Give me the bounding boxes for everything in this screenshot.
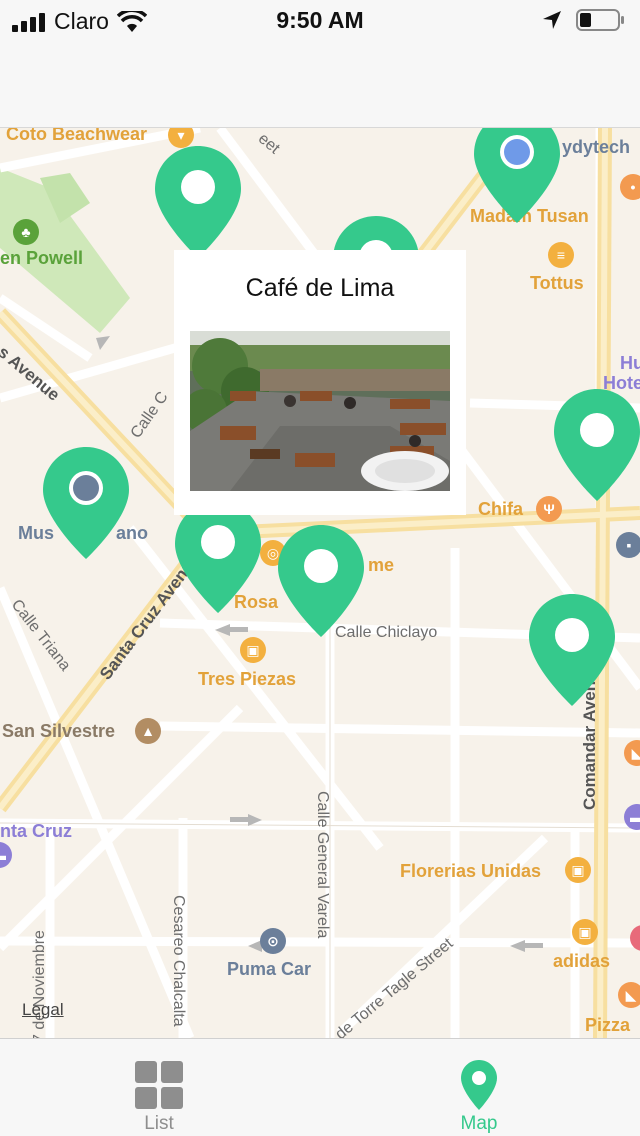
map-pin-marker[interactable]: [276, 522, 366, 640]
legal-link[interactable]: Legal: [22, 1000, 64, 1020]
poi-label[interactable]: en Powell: [0, 248, 83, 269]
poi-label[interactable]: Florerias Unidas: [400, 861, 541, 882]
poi-label[interactable]: nta Cruz: [0, 821, 72, 842]
poi-label[interactable]: Tres Piezas: [198, 669, 296, 690]
pizza-icon[interactable]: ◣: [618, 982, 640, 1008]
map-pin-marker[interactable]: [41, 444, 131, 562]
tab-list[interactable]: List: [79, 1039, 239, 1136]
poi-label[interactable]: Puma Car: [227, 959, 311, 980]
poi-label[interactable]: Coto Beachwear: [6, 128, 147, 145]
map-pin-marker[interactable]: [472, 128, 562, 226]
map-pin-marker[interactable]: [173, 498, 263, 616]
map-pin-icon: [461, 1060, 497, 1110]
map-pin-marker[interactable]: [153, 143, 243, 261]
park-icon[interactable]: ♣: [13, 219, 39, 245]
location-arrow-icon: [543, 11, 561, 29]
cart-icon[interactable]: ≡: [548, 242, 574, 268]
place-photo[interactable]: [190, 331, 450, 491]
map-view[interactable]: Coto Beachwear ▾ ydytech Madam Tusan ≡ T…: [0, 128, 640, 1038]
street-label: Cesareo Chalcalta: [170, 895, 187, 1027]
callout-title: Café de Lima: [245, 274, 395, 302]
school-icon[interactable]: ▲: [135, 718, 161, 744]
tab-bar: List Map: [0, 1038, 640, 1136]
battery-icon: [576, 9, 624, 31]
navigation-bar: [0, 40, 640, 128]
poi-label[interactable]: me: [368, 555, 394, 576]
map-pin-marker[interactable]: [552, 386, 640, 504]
tab-map-label: Map: [460, 1113, 498, 1134]
shopping-bag-icon[interactable]: ▣: [565, 857, 591, 883]
poi-label[interactable]: Hu: [620, 353, 640, 374]
place-callout[interactable]: Café de Lima: [174, 250, 466, 515]
tab-map[interactable]: Map: [399, 1039, 559, 1136]
poi-label[interactable]: Chifa: [478, 499, 523, 520]
shopping-bag-icon[interactable]: ▣: [240, 637, 266, 663]
building-icon[interactable]: ▪: [616, 532, 640, 558]
grid-icon: [135, 1061, 183, 1109]
shopping-bag-icon[interactable]: ▣: [572, 919, 598, 945]
poi-label[interactable]: San Silvestre: [2, 721, 115, 742]
poi-label[interactable]: Pizza: [585, 1015, 630, 1036]
tab-list-label: List: [144, 1113, 174, 1134]
poi-label[interactable]: ydytech: [562, 137, 630, 158]
place-photo-image: [190, 331, 450, 491]
poi-label[interactable]: Tottus: [530, 273, 584, 294]
status-bar: Claro 9:50 AM: [0, 0, 640, 40]
food-icon[interactable]: •: [620, 174, 640, 200]
poi-label[interactable]: adidas: [553, 951, 610, 972]
street-label: 7 de Noviembre: [31, 930, 48, 1038]
street-label: Calle General Varela: [314, 791, 331, 939]
car-icon[interactable]: ⊙: [260, 928, 286, 954]
map-pin-marker[interactable]: [527, 591, 617, 709]
